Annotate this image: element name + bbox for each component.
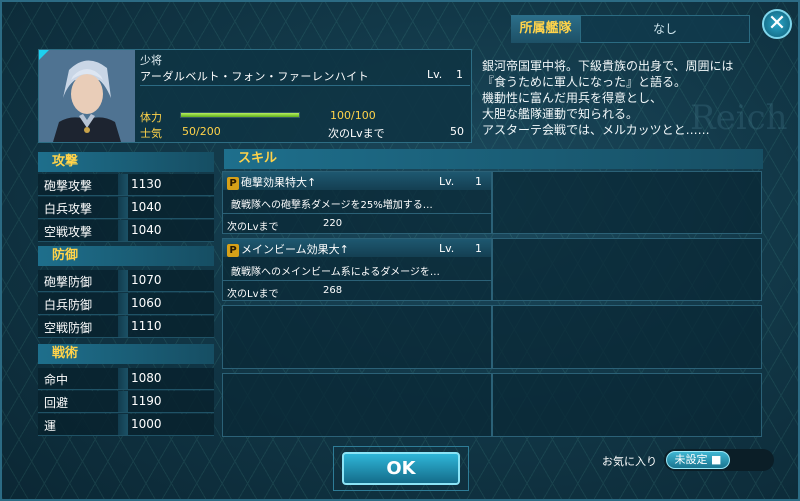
favorite-toggle-button[interactable]: 未設定 ■ [666, 451, 730, 469]
skill-header: P メインビーム効果大↑ Lv. 1 [223, 239, 491, 257]
stat-row: 空戦防御 1110 [38, 316, 214, 338]
stat-value: 1040 [131, 200, 162, 214]
stat-value: 1130 [131, 177, 162, 191]
skill-description: 敵戦隊へのメインビーム系によるダメージを… [231, 267, 440, 278]
next-level-label: 次のLvまで [328, 127, 385, 140]
skill-next-label: 次のLvまで [227, 289, 279, 300]
close-button[interactable]: ✕ [762, 9, 792, 39]
defense-section-title: 防御 [38, 246, 214, 266]
skill-slot-1[interactable]: P 砲撃効果特大↑ Lv. 1 敵戦隊への砲撃系ダメージを25%増加する… 次のL… [222, 171, 492, 234]
skill-slot-7[interactable] [222, 373, 492, 437]
next-level-value: 50 [450, 125, 464, 138]
favorite-state: 未設定 [674, 453, 708, 466]
skill-section-title: スキル [224, 149, 763, 169]
morale-label: 士気 [140, 127, 162, 140]
portrait-corner-mark [39, 50, 49, 60]
stat-value: 1190 [131, 394, 162, 408]
description-line: 機動性に富んだ用兵を得意とし、 [482, 91, 663, 105]
skill-next-label: 次のLvまで [227, 222, 279, 233]
favorite-label: お気に入り [602, 455, 657, 468]
skill-level-label: Lv. [439, 175, 455, 188]
skill-next-value: 268 [323, 285, 343, 296]
skill-next-value: 220 [323, 218, 343, 229]
officer-name: アーダルベルト・フォン・ファーレンハイト [140, 70, 370, 83]
hp-bar-fill [181, 113, 299, 117]
stat-value: 1080 [131, 371, 162, 385]
stat-row: 運 1000 [38, 414, 214, 436]
lock-icon: ■ [711, 453, 722, 466]
skill-divider [223, 213, 491, 214]
skill-level-value: 1 [475, 175, 482, 188]
affiliation-value: なし [580, 15, 750, 43]
skill-level-value: 1 [475, 242, 482, 255]
description-line: 『食うために軍人になった』と語る。 [482, 75, 687, 89]
affiliation-label: 所属艦隊 [511, 15, 580, 43]
skill-header: P 砲撃効果特大↑ Lv. 1 [223, 172, 491, 190]
hp-label: 体力 [140, 111, 162, 124]
stat-label: 白兵防御 [44, 298, 93, 312]
skill-name: 砲撃効果特大↑ [241, 176, 317, 189]
stat-value: 1000 [131, 417, 162, 431]
skill-slot-2[interactable] [492, 171, 762, 234]
skill-slot-6[interactable] [492, 305, 762, 369]
officer-description: 銀河帝国軍中将。下級貴族の出身で、周囲には 『食うために軍人になった』と語る。 … [482, 58, 767, 138]
stat-label: 砲撃防御 [44, 275, 93, 289]
hp-bar [180, 112, 300, 118]
passive-icon: P [227, 177, 239, 190]
stat-row: 命中 1080 [38, 368, 214, 390]
stat-label: 空戦防御 [44, 321, 93, 335]
description-line: アスターテ会戦では、メルカッツとと…… [482, 123, 710, 137]
morale-value: 50/200 [182, 125, 221, 138]
stat-row: 白兵防御 1060 [38, 293, 214, 315]
hp-value: 100/100 [330, 109, 376, 122]
attack-section-title: 攻撃 [38, 152, 214, 172]
skill-level-label: Lv. [439, 242, 455, 255]
stat-label: 回避 [44, 396, 69, 410]
stat-value: 1040 [131, 223, 162, 237]
skill-slot-4[interactable] [492, 238, 762, 301]
passive-icon: P [227, 244, 239, 257]
stat-row: 白兵攻撃 1040 [38, 197, 214, 219]
ok-button[interactable]: OK [342, 452, 460, 485]
tactics-section-title: 戦術 [38, 344, 214, 364]
skill-description: 敵戦隊への砲撃系ダメージを25%増加する… [231, 200, 433, 211]
stat-label: 命中 [44, 373, 69, 387]
level-label: Lv. [427, 68, 443, 81]
stat-value: 1110 [131, 319, 162, 333]
stat-value: 1060 [131, 296, 162, 310]
portrait-icon [39, 50, 135, 142]
stat-row: 回避 1190 [38, 391, 214, 413]
stat-label: 白兵攻撃 [44, 202, 93, 216]
stat-label: 運 [44, 419, 57, 433]
name-divider [140, 85, 470, 86]
skill-slot-8[interactable] [492, 373, 762, 437]
officer-portrait [39, 50, 135, 142]
skill-slot-5[interactable] [222, 305, 492, 369]
stat-value: 1070 [131, 273, 162, 287]
stat-label: 砲撃攻撃 [44, 179, 93, 193]
officer-rank: 少将 [140, 54, 162, 67]
skill-divider [223, 280, 491, 281]
stat-row: 空戦攻撃 1040 [38, 220, 214, 242]
description-line: 銀河帝国軍中将。下級貴族の出身で、周囲には [482, 59, 734, 73]
stat-row: 砲撃防御 1070 [38, 270, 214, 292]
skill-slot-3[interactable]: P メインビーム効果大↑ Lv. 1 敵戦隊へのメインビーム系によるダメージを… … [222, 238, 492, 301]
stat-row: 砲撃攻撃 1130 [38, 174, 214, 196]
description-line: 大胆な艦隊運動で知られる。 [482, 107, 639, 121]
stat-label: 空戦攻撃 [44, 225, 93, 239]
level-value: 1 [456, 68, 463, 81]
skill-name: メインビーム効果大↑ [241, 243, 349, 256]
